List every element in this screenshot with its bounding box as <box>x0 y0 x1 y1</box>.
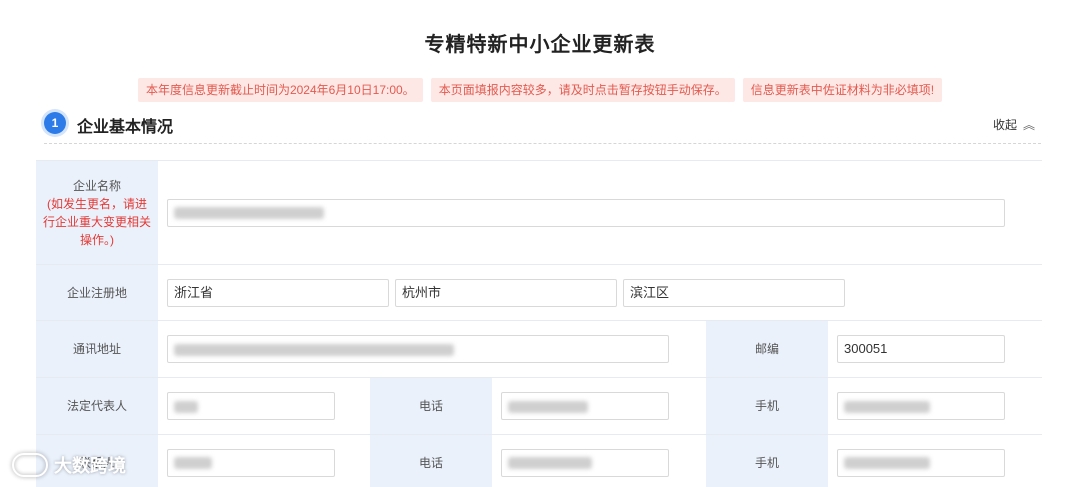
mailing-address-label: 通讯地址 <box>36 321 158 377</box>
row-registered-address: 企业注册地 浙江省 杭州市 滨江区 <box>36 265 1042 321</box>
redacted-value <box>508 457 592 470</box>
mailing-address-cell <box>158 321 706 377</box>
legal-rep-cell <box>158 378 370 434</box>
company-name-cell <box>158 161 1042 264</box>
legal-rep-mobile-label: 手机 <box>706 378 828 434</box>
notice-save-reminder: 本页面填报内容较多，请及时点击暂存按钮手动保存。 <box>430 78 735 102</box>
redacted-value <box>174 207 324 220</box>
row-mailing-address: 通讯地址 邮编 300051 <box>36 321 1042 378</box>
watermark-logo-icon <box>12 453 48 477</box>
company-name-input[interactable] <box>167 198 1005 227</box>
contact-cell <box>158 435 370 487</box>
registered-address-label: 企业注册地 <box>36 265 158 320</box>
province-select[interactable]: 浙江省 <box>167 278 389 307</box>
redacted-value <box>508 400 588 413</box>
company-name-label: 企业名称 <box>72 178 121 193</box>
redacted-value <box>174 457 212 470</box>
district-select[interactable]: 滨江区 <box>623 278 845 307</box>
legal-rep-phone-input[interactable] <box>501 392 669 420</box>
page-title: 专精特新中小企业更新表 <box>424 34 656 56</box>
company-name-note: (如发生更名，请进行企业重大变更相关操作。) <box>42 196 151 247</box>
registered-address-cell: 浙江省 杭州市 滨江区 <box>158 265 1042 320</box>
city-select[interactable]: 杭州市 <box>395 278 617 307</box>
company-name-label-cell: 企业名称 (如发生更名，请进行企业重大变更相关操作。) <box>36 161 158 264</box>
notice-bar: 本年度信息更新截止时间为2024年6月10日17:00。 本页面填报内容较多，请… <box>0 78 1080 102</box>
contact-input[interactable] <box>167 448 335 477</box>
redacted-value <box>174 343 454 356</box>
row-legal-representative: 法定代表人 电话 手机 <box>36 378 1042 435</box>
legal-rep-label: 法定代表人 <box>36 378 158 434</box>
contact-phone-cell <box>492 435 706 487</box>
step-number-badge: 1 <box>44 112 66 134</box>
notice-deadline: 本年度信息更新截止时间为2024年6月10日17:00。 <box>137 78 423 102</box>
double-chevron-up-icon: ︽ <box>1022 117 1035 132</box>
mailing-address-input[interactable] <box>167 335 669 363</box>
notice-optional-materials: 信息更新表中佐证材料为非必填项! <box>742 78 943 102</box>
postcode-cell: 300051 <box>828 321 1042 377</box>
contact-mobile-cell <box>828 435 1042 487</box>
collapse-label: 收起 <box>992 118 1017 132</box>
legal-rep-mobile-cell <box>828 378 1042 434</box>
basic-info-form: 企业名称 (如发生更名，请进行企业重大变更相关操作。) 企业注册地 浙江省 杭州… <box>36 160 1042 487</box>
contact-mobile-input[interactable] <box>837 448 1005 477</box>
legal-rep-phone-label: 电话 <box>370 378 492 434</box>
redacted-value <box>844 457 930 470</box>
contact-phone-input[interactable] <box>501 448 669 477</box>
row-contact-person: 联系人 电话 手机 <box>36 435 1042 487</box>
legal-rep-phone-cell <box>492 378 706 434</box>
redacted-value <box>174 400 198 413</box>
redacted-value <box>844 400 930 413</box>
legal-rep-input[interactable] <box>167 392 335 420</box>
collapse-button[interactable]: 收起 ︽ <box>993 116 1035 133</box>
row-company-name: 企业名称 (如发生更名，请进行企业重大变更相关操作。) <box>36 161 1042 265</box>
contact-mobile-label: 手机 <box>706 435 828 487</box>
contact-phone-label: 电话 <box>370 435 492 487</box>
legal-rep-mobile-input[interactable] <box>837 392 1005 420</box>
watermark: 大数跨境 <box>12 452 126 478</box>
watermark-text: 大数跨境 <box>54 456 126 476</box>
section-title: 企业基本情况 <box>77 119 174 136</box>
postcode-input[interactable]: 300051 <box>837 335 1005 363</box>
postcode-label: 邮编 <box>706 321 828 377</box>
section-header: 1 企业基本情况 收起 ︽ <box>44 112 1041 144</box>
